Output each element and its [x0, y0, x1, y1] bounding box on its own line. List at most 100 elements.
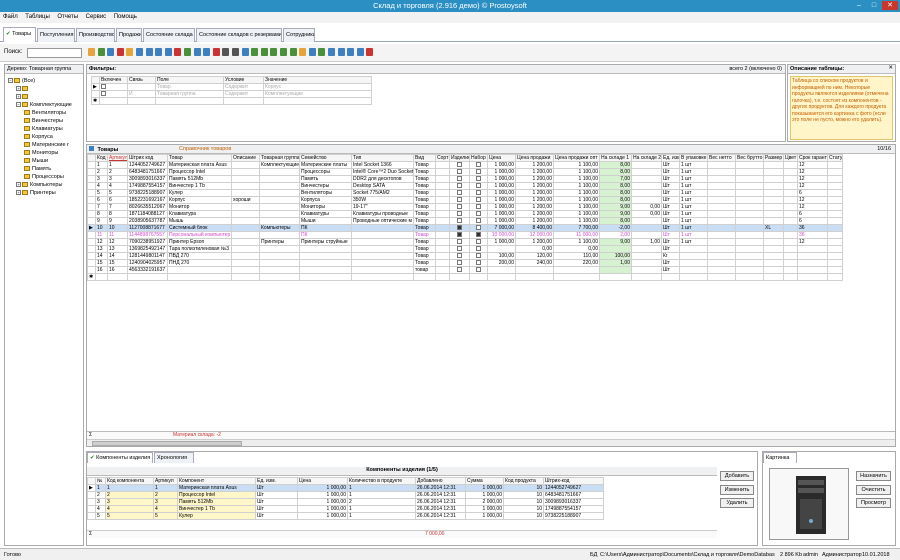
- scroll-thumb[interactable]: [92, 441, 242, 446]
- checkbox[interactable]: [476, 253, 481, 259]
- table-cell[interactable]: 240,00: [515, 259, 554, 267]
- table-cell[interactable]: 8,00: [599, 196, 632, 204]
- table-cell[interactable]: [827, 245, 843, 253]
- table-cell[interactable]: [631, 161, 662, 169]
- table-cell[interactable]: 1 000,00: [487, 196, 516, 204]
- table-row[interactable]: 4 4 4 Винчестер 1 Tb Шт 1 000,00 1 26.06.2014 1…: [87, 505, 604, 513]
- table-cell[interactable]: 8,00: [599, 182, 632, 190]
- column-header[interactable]: Сорт: [435, 154, 450, 162]
- tree-item[interactable]: Память: [24, 165, 51, 173]
- table-cell[interactable]: -2,00: [599, 224, 632, 232]
- tree-item[interactable]: +: [16, 85, 30, 93]
- table-cell[interactable]: 12: [107, 238, 128, 246]
- table-cell[interactable]: 5: [107, 189, 128, 197]
- table-cell[interactable]: Intel Socket 1366: [351, 161, 414, 169]
- table-cell[interactable]: 1 000,00: [487, 175, 516, 183]
- table-cell[interactable]: 1 200,00: [515, 210, 554, 218]
- table-cell[interactable]: Память 512Mb: [167, 175, 232, 183]
- table-cell[interactable]: [469, 182, 488, 190]
- table-cell[interactable]: Товар: [413, 224, 436, 232]
- table-cell[interactable]: 1: [95, 161, 108, 169]
- table-cell[interactable]: [631, 224, 662, 232]
- table-cell[interactable]: [487, 266, 516, 274]
- table-cell[interactable]: [435, 224, 450, 232]
- table-cell[interactable]: 8: [95, 210, 108, 218]
- table-cell[interactable]: Шт: [661, 224, 680, 232]
- table-cell[interactable]: Шт: [661, 161, 680, 169]
- table-cell[interactable]: 2 000,00: [465, 498, 504, 506]
- table-cell[interactable]: [449, 203, 470, 211]
- edit-button[interactable]: Изменить: [720, 485, 754, 495]
- table-cell[interactable]: Шт: [255, 505, 298, 513]
- table-cell[interactable]: 1 000,00: [465, 512, 504, 520]
- toolbar-icon[interactable]: [241, 48, 249, 56]
- table-cell[interactable]: 1 шт: [679, 224, 708, 232]
- table-cell[interactable]: [449, 217, 470, 225]
- table-cell[interactable]: 100,00: [599, 252, 632, 260]
- toolbar-icon[interactable]: [366, 48, 374, 56]
- table-cell[interactable]: [797, 252, 828, 260]
- table-cell[interactable]: [735, 259, 764, 267]
- table-cell[interactable]: 12: [797, 196, 828, 204]
- column-header[interactable]: На складе 1: [599, 154, 632, 162]
- table-cell[interactable]: Проводные оптические м: [351, 217, 414, 225]
- table-cell[interactable]: 15: [107, 259, 128, 267]
- table-cell[interactable]: [707, 161, 736, 169]
- table-cell[interactable]: 1 шт: [679, 161, 708, 169]
- table-row[interactable]: 5 5 9738225188907 Кулер Вентиляторы Socket 77…: [87, 189, 843, 197]
- table-cell[interactable]: 6: [797, 217, 828, 225]
- table-cell[interactable]: [259, 196, 300, 204]
- table-cell[interactable]: 1 100,00: [553, 210, 600, 218]
- table-cell[interactable]: [599, 245, 632, 253]
- checkbox[interactable]: [457, 267, 462, 273]
- table-cell[interactable]: [763, 252, 784, 260]
- table-cell[interactable]: 1 000,00: [297, 505, 348, 513]
- toolbar-icon[interactable]: [328, 48, 335, 56]
- toolbar-icon[interactable]: [260, 48, 268, 56]
- table-cell[interactable]: [707, 175, 736, 183]
- table-cell[interactable]: [783, 259, 798, 267]
- table-cell[interactable]: [763, 175, 784, 183]
- table-cell[interactable]: 1 шт: [679, 217, 708, 225]
- table-cell[interactable]: 8: [107, 210, 128, 218]
- table-cell[interactable]: [783, 252, 798, 260]
- table-cell[interactable]: [487, 245, 516, 253]
- table-cell[interactable]: 26.06.2014 12:31: [415, 505, 466, 513]
- table-cell[interactable]: Шт: [661, 217, 680, 225]
- table-cell[interactable]: [827, 203, 843, 211]
- tree-item[interactable]: +: [16, 93, 30, 101]
- table-cell[interactable]: [259, 210, 300, 218]
- table-cell[interactable]: [351, 266, 414, 274]
- tree-item[interactable]: Винчестеры: [24, 117, 63, 125]
- table-cell[interactable]: Винчестер 1 Tb: [167, 182, 232, 190]
- tab-production[interactable]: Производство: [76, 28, 115, 42]
- table-cell[interactable]: [435, 238, 450, 246]
- table-cell[interactable]: [631, 196, 662, 204]
- table-cell[interactable]: 7090238951927: [127, 238, 168, 246]
- column-header[interactable]: Срок гарантии: [797, 154, 828, 162]
- table-cell[interactable]: Кг: [661, 252, 680, 260]
- table-cell[interactable]: 9: [107, 217, 128, 225]
- table-cell[interactable]: [351, 252, 414, 260]
- table-cell[interactable]: 200,00: [487, 259, 516, 267]
- table-cell[interactable]: 19-17": [351, 203, 414, 211]
- table-cell[interactable]: [783, 203, 798, 211]
- table-cell[interactable]: [469, 175, 488, 183]
- table-cell[interactable]: 26.06.2014 12:31: [415, 512, 466, 520]
- table-cell[interactable]: 1 100,00: [553, 182, 600, 190]
- toolbar-icon[interactable]: [116, 48, 124, 56]
- table-row[interactable]: 2 2 6483481751667 Процессор Intel Процессоры…: [87, 168, 843, 176]
- table-cell[interactable]: [783, 217, 798, 225]
- table-cell[interactable]: [469, 217, 488, 225]
- table-cell[interactable]: ПК: [299, 224, 352, 232]
- table-cell[interactable]: [783, 266, 798, 274]
- filter-link[interactable]: И: [127, 90, 156, 98]
- column-header[interactable]: Вес брутто: [735, 154, 764, 162]
- table-cell[interactable]: [783, 238, 798, 246]
- table-cell[interactable]: [259, 189, 300, 197]
- table-cell[interactable]: [735, 238, 764, 246]
- table-cell[interactable]: 10: [503, 484, 544, 492]
- table-cell[interactable]: [435, 175, 450, 183]
- table-cell[interactable]: Память: [299, 175, 352, 183]
- table-cell[interactable]: Компьютеры: [259, 224, 300, 232]
